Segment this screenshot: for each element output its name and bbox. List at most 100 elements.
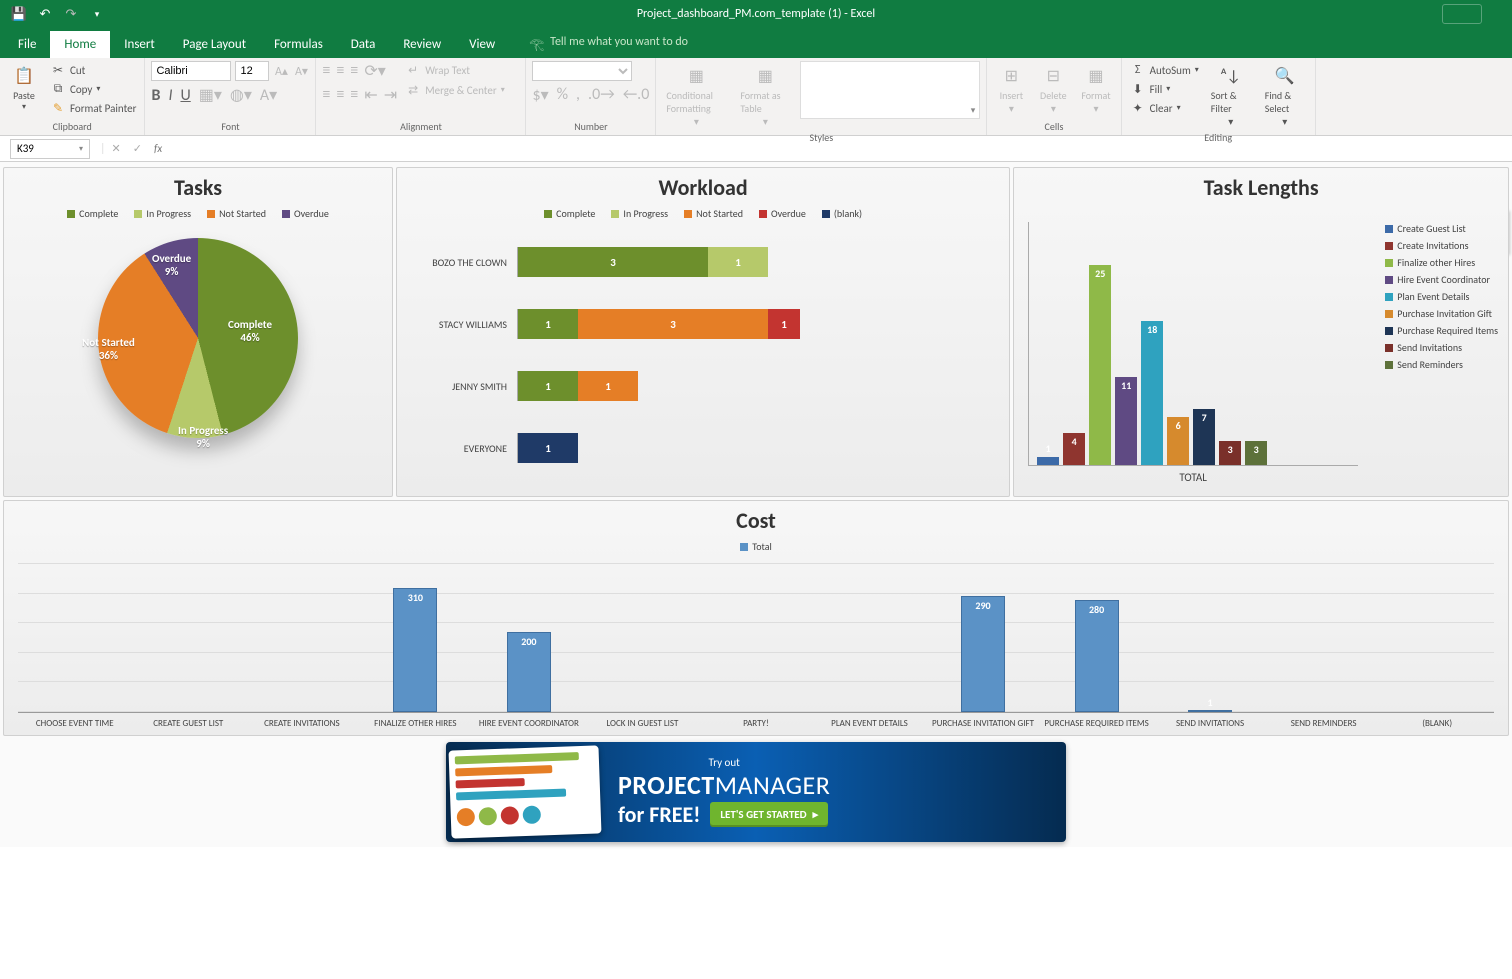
conditional-formatting-button[interactable]: ▦ Conditional Formatting▾ bbox=[662, 61, 730, 130]
format-cells-button[interactable]: ▦Format▾ bbox=[1077, 61, 1114, 117]
decrease-indent-icon[interactable]: ⇤ bbox=[364, 85, 377, 105]
align-middle-icon[interactable]: ≡ bbox=[336, 61, 344, 81]
merge-center-button[interactable]: ⇄Merge & Center ▾ bbox=[403, 81, 507, 99]
task-lengths-chart-panel[interactable]: Task Lengths 142511186733 TOTAL Create G… bbox=[1013, 167, 1509, 497]
align-top-icon[interactable]: ≡ bbox=[322, 61, 330, 81]
group-label: Clipboard bbox=[6, 119, 138, 135]
tell-me-placeholder: Tell me what you want to do bbox=[550, 35, 688, 49]
border-button[interactable]: ▦▾ bbox=[199, 85, 222, 105]
copy-icon: ⧉ bbox=[50, 81, 66, 97]
insert-cells-button[interactable]: ⊞Insert▾ bbox=[993, 61, 1029, 117]
chevron-down-icon: ▾ bbox=[96, 84, 100, 94]
decrease-decimal-icon[interactable]: ←.0 bbox=[623, 85, 650, 105]
cost-chart-panel[interactable]: Cost Total 3102002902801 CHOOSE EVENT TI… bbox=[3, 500, 1509, 736]
increase-font-icon[interactable]: A▴ bbox=[273, 63, 289, 79]
find-select-button[interactable]: 🔍Find & Select▾ bbox=[1261, 61, 1309, 130]
legend-item: Send Reminders bbox=[1385, 358, 1498, 371]
tab-formulas[interactable]: Formulas bbox=[260, 31, 337, 58]
decrease-font-icon[interactable]: A▾ bbox=[293, 63, 309, 79]
underline-button[interactable]: U bbox=[180, 86, 190, 105]
chart-legend: Complete In Progress Not Started Overdue bbox=[14, 207, 382, 220]
align-bottom-icon[interactable]: ≡ bbox=[350, 61, 358, 81]
autosum-button[interactable]: ΣAutoSum ▾ bbox=[1128, 61, 1201, 79]
column-bar: 6 bbox=[1167, 417, 1189, 465]
align-left-icon[interactable]: ≡ bbox=[322, 85, 330, 105]
legend-item: Purchase Required Items bbox=[1385, 324, 1498, 337]
ribbon-display-icon[interactable] bbox=[1442, 4, 1482, 24]
tab-home[interactable]: Home bbox=[50, 31, 110, 58]
fill-button[interactable]: ⬇Fill ▾ bbox=[1128, 80, 1201, 98]
axis-label: PARTY! bbox=[699, 717, 813, 731]
tell-me-search[interactable]: 𓂀 Tell me what you want to do bbox=[529, 32, 688, 58]
worksheet-area[interactable]: Update Reports Tasks Complete In Progres… bbox=[0, 162, 1512, 847]
axis-label: HIRE EVENT COORDINATOR bbox=[472, 717, 586, 731]
comma-icon[interactable]: , bbox=[576, 85, 580, 105]
cancel-formula-icon[interactable]: ✕ bbox=[106, 142, 127, 155]
banner-text: Try out PROJECTMANAGER for FREE! LET'S G… bbox=[618, 756, 830, 828]
workload-bars: BOZO THE CLOWN31STACY WILLIAMS131JENNY S… bbox=[407, 242, 999, 468]
number-format-select[interactable] bbox=[532, 61, 632, 81]
undo-icon[interactable]: ↶ bbox=[36, 5, 54, 23]
percent-icon[interactable]: % bbox=[557, 85, 568, 105]
column-bar: 25 bbox=[1089, 265, 1111, 465]
font-color-button[interactable]: A▾ bbox=[260, 85, 277, 105]
currency-icon[interactable]: $▾ bbox=[532, 85, 548, 105]
bold-button[interactable]: B bbox=[151, 86, 160, 105]
axis-labels: CHOOSE EVENT TIMECREATE GUEST LISTCREATE… bbox=[18, 717, 1494, 731]
tab-review[interactable]: Review bbox=[389, 31, 455, 58]
column-bar: 1 bbox=[1037, 457, 1059, 465]
delete-icon: ⊟ bbox=[1040, 63, 1066, 89]
redo-icon[interactable]: ↷ bbox=[62, 5, 80, 23]
align-right-icon[interactable]: ≡ bbox=[350, 85, 358, 105]
qat-customize-icon[interactable]: ▾ bbox=[88, 5, 106, 23]
column: 1 bbox=[1153, 563, 1267, 712]
merge-icon: ⇄ bbox=[405, 82, 421, 98]
titlebar: 💾 ↶ ↷ ▾ Project_dashboard_PM.com_templat… bbox=[0, 0, 1512, 28]
workload-chart-panel[interactable]: Workload Complete In Progress Not Starte… bbox=[396, 167, 1010, 497]
copy-button[interactable]: ⧉Copy ▾ bbox=[48, 80, 138, 98]
wrap-text-button[interactable]: ↵Wrap Text bbox=[403, 61, 507, 79]
row-label: EVERYONE bbox=[407, 442, 517, 455]
format-painter-button[interactable]: ✎Format Painter bbox=[48, 99, 138, 117]
column: 200 bbox=[472, 563, 586, 712]
format-as-table-button[interactable]: ▦ Format as Table▾ bbox=[736, 61, 794, 130]
sort-filter-button[interactable]: ᴬ↓Sort & Filter▾ bbox=[1207, 61, 1255, 130]
font-size-input[interactable] bbox=[235, 61, 269, 81]
delete-cells-button[interactable]: ⊟Delete▾ bbox=[1035, 61, 1071, 117]
fill-icon: ⬇ bbox=[1130, 81, 1146, 97]
enter-formula-icon[interactable]: ✓ bbox=[127, 142, 148, 155]
italic-button[interactable]: I bbox=[168, 86, 172, 105]
clear-button[interactable]: ✦Clear ▾ bbox=[1128, 99, 1201, 117]
bar-segment: 3 bbox=[518, 247, 708, 277]
orientation-icon[interactable]: ⟳▾ bbox=[364, 61, 385, 81]
axis-label: PURCHASE REQUIRED ITEMS bbox=[1040, 717, 1154, 731]
column bbox=[245, 563, 359, 712]
align-center-icon[interactable]: ≡ bbox=[336, 85, 344, 105]
save-icon[interactable]: 💾 bbox=[10, 5, 28, 23]
cell-styles-gallery[interactable] bbox=[800, 61, 980, 119]
fx-icon[interactable]: fx bbox=[148, 142, 168, 155]
increase-indent-icon[interactable]: ⇥ bbox=[384, 85, 397, 105]
promo-banner[interactable]: Try out PROJECTMANAGER for FREE! LET'S G… bbox=[446, 742, 1066, 842]
tab-view[interactable]: View bbox=[455, 31, 509, 58]
fill-color-button[interactable]: ◍▾ bbox=[230, 85, 252, 105]
font-name-input[interactable] bbox=[151, 61, 231, 81]
tasks-chart-panel[interactable]: Tasks Complete In Progress Not Started O… bbox=[3, 167, 393, 497]
legend-item: Purchase Invitation Gift bbox=[1385, 307, 1498, 320]
file-tab[interactable]: File bbox=[4, 31, 50, 58]
bar-segment: 1 bbox=[518, 433, 578, 463]
legend-item: Plan Event Details bbox=[1385, 290, 1498, 303]
tab-insert[interactable]: Insert bbox=[110, 31, 169, 58]
bar-segment: 1 bbox=[518, 309, 578, 339]
chart-legend: Create Guest ListCreate InvitationsFinal… bbox=[1385, 218, 1498, 375]
cut-button[interactable]: ✂Cut bbox=[48, 61, 138, 79]
tab-data[interactable]: Data bbox=[337, 31, 390, 58]
chart-title: Tasks bbox=[14, 174, 382, 201]
increase-decimal-icon[interactable]: .0→ bbox=[588, 85, 615, 105]
name-box[interactable]: K39▾ bbox=[10, 139, 90, 159]
paste-button[interactable]: 📋 Paste ▾ bbox=[6, 61, 42, 114]
cta-button[interactable]: LET'S GET STARTED▸ bbox=[710, 802, 828, 827]
column: 280 bbox=[1040, 563, 1154, 712]
bar-segment: 3 bbox=[578, 309, 768, 339]
tab-page-layout[interactable]: Page Layout bbox=[169, 31, 260, 58]
